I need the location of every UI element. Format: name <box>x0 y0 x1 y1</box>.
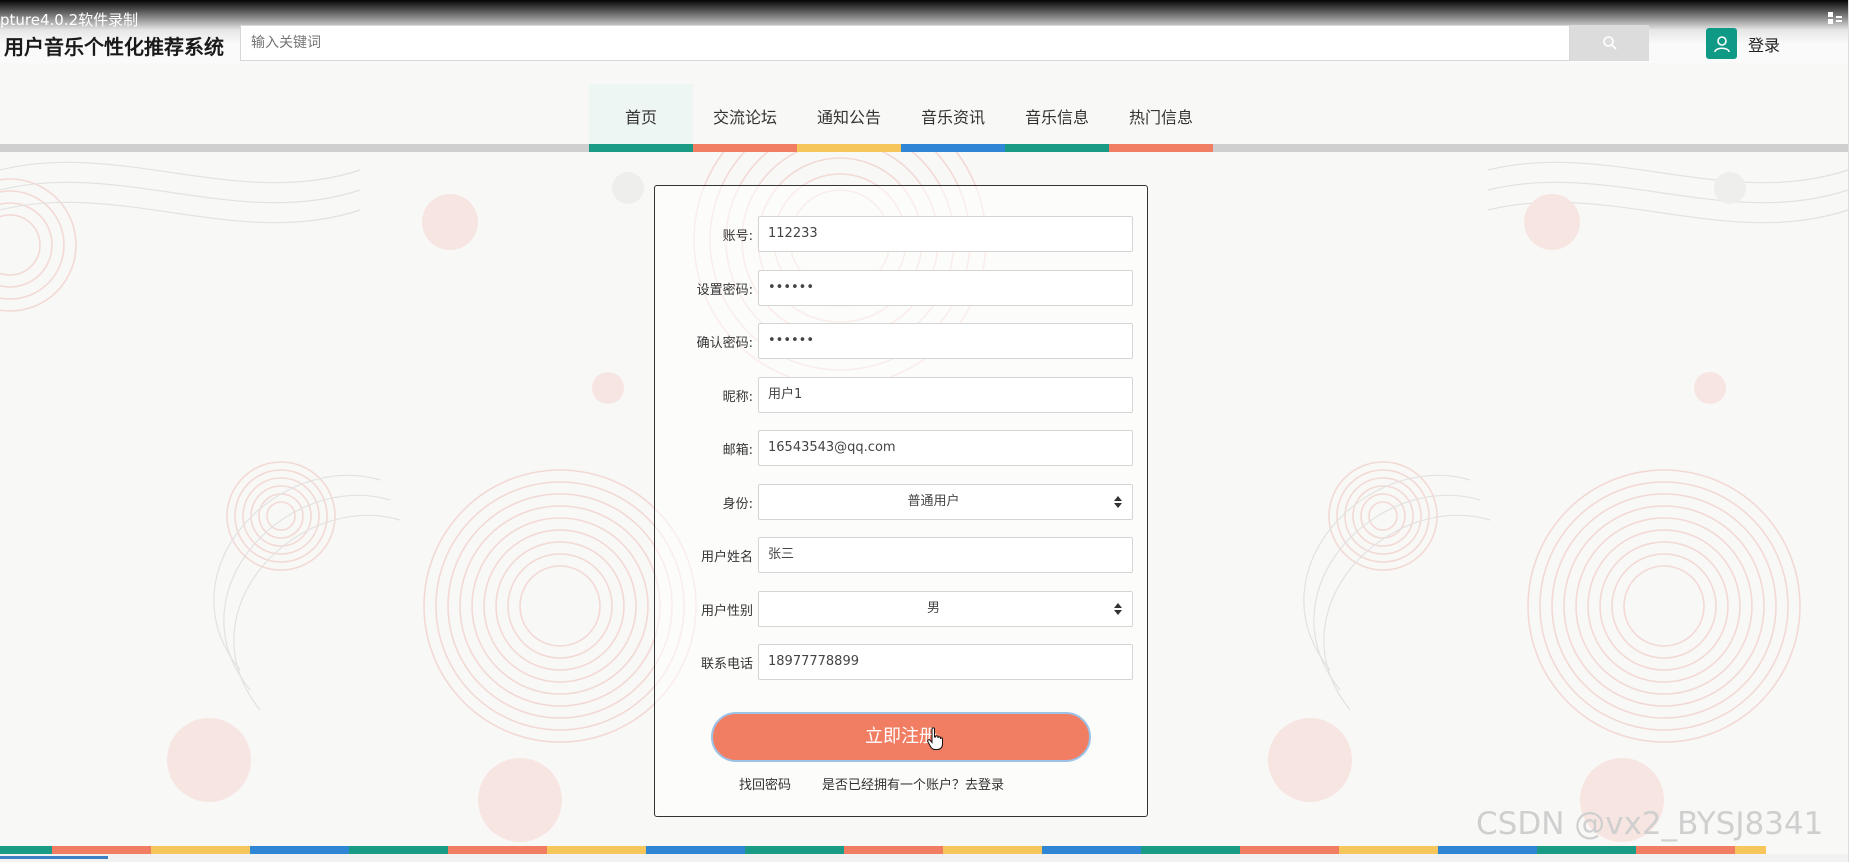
password-label: 设置密码: <box>696 283 753 298</box>
nickname-row: 昵称: 用户1 <box>655 377 1149 413</box>
search-button[interactable] <box>1570 25 1649 61</box>
register-button[interactable]: 立即注册 <box>711 712 1091 762</box>
search-input[interactable] <box>240 25 1570 61</box>
user-avatar-icon[interactable] <box>1706 28 1737 59</box>
register-form: 账号: 112233 设置密码: •••••• 确认密码: •••••• 昵称:… <box>654 185 1148 817</box>
phone-input[interactable]: 18977778899 <box>758 644 1133 680</box>
password-row: 设置密码: •••••• <box>655 270 1149 306</box>
nav-item-notices[interactable]: 通知公告 <box>797 84 901 152</box>
user-icon <box>1713 35 1730 52</box>
confirm-password-input[interactable]: •••••• <box>758 323 1133 359</box>
window-toggle-icon[interactable] <box>1828 12 1842 24</box>
nav-item-label: 热门信息 <box>1128 108 1193 127</box>
recorder-label: pture4.0.2软件录制 <box>0 11 139 29</box>
nav-item-label: 首页 <box>624 108 657 127</box>
select-caret-icon <box>1114 496 1122 508</box>
role-row: 身份: 普通用户 <box>655 484 1149 520</box>
nav-item-label: 通知公告 <box>816 108 881 127</box>
nav-item-hot-info[interactable]: 热门信息 <box>1109 84 1213 152</box>
go-login-link[interactable]: 是否已经拥有一个账户？去登录 <box>822 774 1004 793</box>
confirm-password-row: 确认密码: •••••• <box>655 323 1149 359</box>
role-select-value: 普通用户 <box>907 494 960 509</box>
nav-underline <box>693 144 797 152</box>
nav-item-forum[interactable]: 交流论坛 <box>693 84 797 152</box>
nav-underline <box>901 144 1005 152</box>
forgot-password-link[interactable]: 找回密码 <box>739 774 791 793</box>
nav-item-music-info[interactable]: 音乐信息 <box>1005 84 1109 152</box>
account-input[interactable]: 112233 <box>758 216 1133 252</box>
phone-label: 联系电话 <box>700 657 753 672</box>
gender-select-value: 男 <box>926 601 940 616</box>
nav-item-music-news[interactable]: 音乐资讯 <box>901 84 1005 152</box>
site-title: 用户音乐个性化推荐系统 <box>4 35 224 59</box>
role-select[interactable]: 普通用户 <box>758 484 1133 520</box>
nav-item-label: 交流论坛 <box>712 108 777 127</box>
nav-underline <box>589 144 693 152</box>
account-label: 账号: <box>722 229 753 244</box>
nav-underline <box>1005 144 1109 152</box>
window-edge <box>1848 0 1855 862</box>
account-row: 账号: 112233 <box>655 216 1149 252</box>
login-link[interactable]: 登录 <box>1748 32 1780 56</box>
role-label: 身份: <box>722 497 753 512</box>
real-name-row: 用户姓名 张三 <box>655 537 1149 573</box>
gender-label: 用户性别 <box>700 604 753 619</box>
gender-row: 用户性别 男 <box>655 591 1149 627</box>
nav-item-label: 音乐资讯 <box>920 108 985 127</box>
password-input[interactable]: •••••• <box>758 270 1133 306</box>
scrollbar-thumb[interactable] <box>0 856 108 859</box>
nav-item-label: 音乐信息 <box>1024 108 1089 127</box>
phone-row: 联系电话 18977778899 <box>655 644 1149 680</box>
real-name-label: 用户姓名 <box>700 550 753 565</box>
nav-underline <box>1109 144 1213 152</box>
bottom-scrollbar[interactable] <box>0 854 1848 862</box>
footer-color-strip <box>0 846 1848 854</box>
email-input[interactable]: 16543543@qq.com <box>758 430 1133 466</box>
email-label: 邮箱: <box>722 443 753 458</box>
hand-cursor-icon <box>927 727 943 750</box>
nav-underline <box>797 144 901 152</box>
gender-select[interactable]: 男 <box>758 591 1133 627</box>
watermark: CSDN @vx2_BYSJ8341 <box>1476 806 1824 842</box>
nickname-label: 昵称: <box>722 390 753 405</box>
main-nav: 首页 交流论坛 通知公告 音乐资讯 音乐信息 热门信息 <box>589 84 1213 152</box>
select-caret-icon <box>1114 603 1122 615</box>
top-header: pture4.0.2软件录制 用户音乐个性化推荐系统 登录 <box>0 0 1848 63</box>
search-icon <box>1602 36 1617 50</box>
real-name-input[interactable]: 张三 <box>758 537 1133 573</box>
app-frame: pture4.0.2软件录制 用户音乐个性化推荐系统 登录 首页 <box>0 0 1848 862</box>
email-row: 邮箱: 16543543@qq.com <box>655 430 1149 466</box>
confirm-password-label: 确认密码: <box>696 336 753 351</box>
nav-item-home[interactable]: 首页 <box>589 84 693 152</box>
nickname-input[interactable]: 用户1 <box>758 377 1133 413</box>
